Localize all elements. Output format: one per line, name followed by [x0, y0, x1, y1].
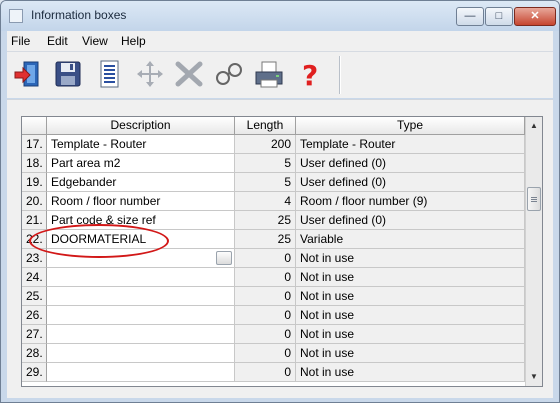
description-cell[interactable] [47, 287, 235, 306]
type-cell[interactable]: Not in use [296, 344, 525, 363]
menu-view[interactable]: View [82, 34, 108, 48]
description-cell[interactable]: Edgebander [47, 173, 235, 192]
length-cell[interactable]: 5 [235, 173, 296, 192]
description-cell[interactable] [47, 306, 235, 325]
header-num [22, 117, 47, 135]
table-row[interactable]: 24. 0 Not in use [22, 268, 525, 287]
toolbar-separator [339, 56, 340, 94]
svg-text:?: ? [302, 59, 318, 90]
description-cell[interactable]: Template - Router [47, 135, 235, 154]
header-length[interactable]: Length [235, 117, 296, 135]
length-cell[interactable]: 0 [235, 268, 296, 287]
table-row[interactable]: 19. Edgebander 5 User defined (0) [22, 173, 525, 192]
type-cell[interactable]: Not in use [296, 306, 525, 325]
toolbar: ? [7, 52, 553, 98]
help-icon[interactable]: ? [294, 58, 326, 92]
description-cell[interactable] [47, 325, 235, 344]
description-cell[interactable]: Room / floor number [47, 192, 235, 211]
window-icon [9, 9, 23, 23]
type-cell[interactable]: Room / floor number (9) [296, 192, 525, 211]
row-number: 28. [22, 344, 47, 363]
type-cell[interactable]: Not in use [296, 249, 525, 268]
row-number: 29. [22, 363, 47, 382]
find-icon[interactable] [213, 58, 245, 90]
length-cell[interactable]: 0 [235, 363, 296, 382]
grip-line [531, 199, 537, 200]
length-cell[interactable]: 25 [235, 230, 296, 249]
type-cell[interactable]: Not in use [296, 325, 525, 344]
table-row[interactable]: 26. 0 Not in use [22, 306, 525, 325]
close-button[interactable]: ✕ [514, 7, 556, 26]
length-cell[interactable]: 0 [235, 249, 296, 268]
row-number: 18. [22, 154, 47, 173]
type-cell[interactable]: Not in use [296, 363, 525, 382]
delete-icon[interactable] [173, 58, 205, 90]
length-cell[interactable]: 0 [235, 344, 296, 363]
row-number: 23. [22, 249, 47, 268]
description-cell[interactable] [47, 268, 235, 287]
type-cell[interactable]: Variable [296, 230, 525, 249]
length-cell[interactable]: 4 [235, 192, 296, 211]
description-cell[interactable] [47, 344, 235, 363]
row-number: 25. [22, 287, 47, 306]
table-row[interactable]: 29. 0 Not in use [22, 363, 525, 382]
row-number: 17. [22, 135, 47, 154]
description-cell[interactable] [47, 363, 235, 382]
length-cell[interactable]: 5 [235, 154, 296, 173]
menu-file[interactable]: File [11, 34, 30, 48]
annotation-highlight-ellipse [29, 224, 169, 258]
move-icon[interactable] [134, 58, 166, 90]
menu-help[interactable]: Help [121, 34, 146, 48]
length-cell[interactable]: 200 [235, 135, 296, 154]
menu-bar: File Edit View Help [7, 31, 553, 52]
row-number: 21. [22, 211, 47, 230]
row-number: 19. [22, 173, 47, 192]
length-cell[interactable]: 25 [235, 211, 296, 230]
list-icon[interactable] [93, 58, 125, 90]
table-row[interactable]: 20. Room / floor number 4 Room / floor n… [22, 192, 525, 211]
exit-icon[interactable] [13, 58, 45, 90]
print-icon[interactable] [253, 58, 285, 90]
description-cell[interactable]: Part area m2 [47, 154, 235, 173]
save-icon[interactable] [52, 58, 84, 90]
grip-line [531, 201, 537, 202]
title-bar: Information boxes — □ ✕ [1, 1, 559, 31]
vertical-scrollbar[interactable]: ▲ ▼ [525, 117, 542, 386]
type-cell[interactable]: Template - Router [296, 135, 525, 154]
scroll-down-icon[interactable]: ▼ [526, 368, 542, 385]
ellipsis-button[interactable] [216, 251, 232, 265]
table-row[interactable]: 28. 0 Not in use [22, 344, 525, 363]
row-number: 24. [22, 268, 47, 287]
length-cell[interactable]: 0 [235, 325, 296, 344]
grip-line [531, 197, 537, 198]
row-number: 27. [22, 325, 47, 344]
type-cell[interactable]: Not in use [296, 268, 525, 287]
type-cell[interactable]: User defined (0) [296, 211, 525, 230]
app-window: Information boxes — □ ✕ File Edit View H… [0, 0, 560, 403]
type-cell[interactable]: User defined (0) [296, 173, 525, 192]
length-cell[interactable]: 0 [235, 287, 296, 306]
header-description[interactable]: Description [47, 117, 235, 135]
row-number: 26. [22, 306, 47, 325]
table-row[interactable]: 25. 0 Not in use [22, 287, 525, 306]
window-title: Information boxes [31, 8, 127, 22]
table-row[interactable]: 18. Part area m2 5 User defined (0) [22, 154, 525, 173]
header-type[interactable]: Type [296, 117, 525, 135]
row-number: 20. [22, 192, 47, 211]
table-row[interactable]: 17. Template - Router 200 Template - Rou… [22, 135, 525, 154]
minimize-button[interactable]: — [456, 7, 484, 26]
type-cell[interactable]: User defined (0) [296, 154, 525, 173]
length-cell[interactable]: 0 [235, 306, 296, 325]
scroll-up-icon[interactable]: ▲ [526, 117, 542, 134]
maximize-button[interactable]: □ [485, 7, 513, 26]
menu-edit[interactable]: Edit [47, 34, 68, 48]
type-cell[interactable]: Not in use [296, 287, 525, 306]
scroll-thumb[interactable] [527, 187, 541, 211]
table-row[interactable]: 27. 0 Not in use [22, 325, 525, 344]
